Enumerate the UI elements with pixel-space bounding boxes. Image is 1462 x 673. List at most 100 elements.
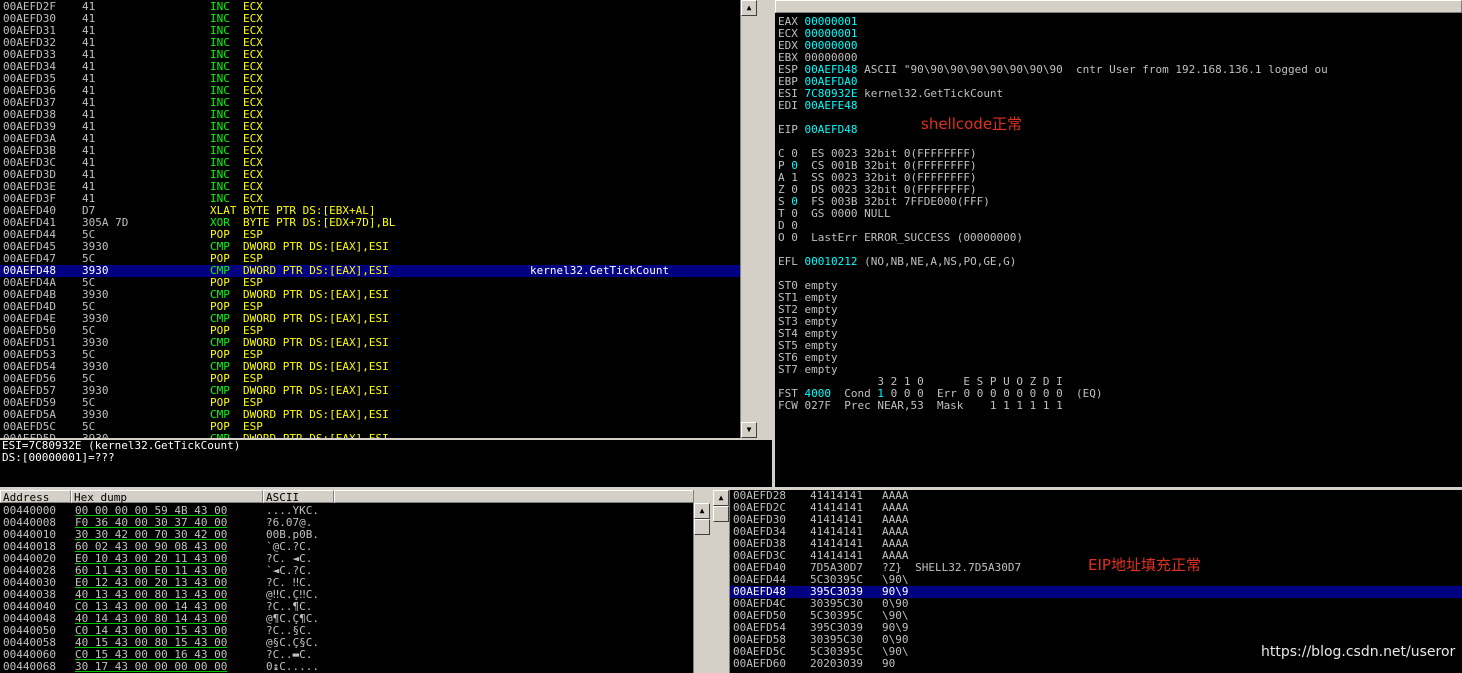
annotation-shellcode: shellcode正常 <box>921 115 1023 133</box>
register-line: ST5 empty <box>778 340 1462 352</box>
disasm-row[interactable]: 00AEFD38 41 INC ECX <box>0 109 741 121</box>
disasm-row[interactable]: 00AEFD45 3930 CMP DWORD PTR DS:[EAX],ESI <box>0 241 741 253</box>
disassembly-pane[interactable]: 00AEFD2F 41 INC ECX 00AEFD30 41 INC ECX 00AEFD31… <box>0 0 757 438</box>
disasm-row[interactable]: 00AEFD3A 41 INC ECX <box>0 133 741 145</box>
disasm-row[interactable]: 00AEFD3E 41 INC ECX <box>0 181 741 193</box>
disasm-row[interactable]: 00AEFD35 41 INC ECX <box>0 73 741 85</box>
register-segment: FCW 027F Prec NEAR,53 Mask 1 1 1 1 1 1 <box>778 399 1063 412</box>
register-lines: EAX 00000001 ECX 00000001 EDX 00000000 EBX … <box>778 16 1462 412</box>
watermark: https://blog.csdn.net/useror <box>1261 644 1456 660</box>
register-line: O 0 LastErr ERROR_SUCCESS (00000000) <box>778 232 1462 244</box>
dump-header-ascii[interactable]: ASCII <box>263 490 334 504</box>
register-line: EFL 00010212 (NO,NB,NE,A,NS,PO,GE,G) <box>778 256 1462 268</box>
stack-value: 20203039 <box>810 657 863 670</box>
disasm-operand: DWORD PTR DS:[EAX],ESI <box>243 288 389 301</box>
stack-pane[interactable]: ▲ 00AEFD28 41414141 AAAA 00AEFD2C 41414141 AA… <box>713 490 1462 673</box>
register-line: ST2 empty <box>778 304 1462 316</box>
register-line: EDX 00000000 <box>778 40 1462 52</box>
disasm-row[interactable]: 00AEFD57 3930 CMP DWORD PTR DS:[EAX],ESI <box>0 385 741 397</box>
disassembly-scrollbar[interactable]: ▲ ▼ <box>740 0 757 438</box>
disasm-row[interactable]: 00AEFD54 3930 CMP DWORD PTR DS:[EAX],ESI <box>0 361 741 373</box>
disassembly-rows: 00AEFD2F 41 INC ECX 00AEFD30 41 INC ECX 00AEFD31… <box>0 1 741 438</box>
register-line: ST4 empty <box>778 328 1462 340</box>
dump-row[interactable]: 00440068 30 17 43 00 00 00 00 00 0↨C..... <box>0 661 694 673</box>
disasm-row[interactable]: 00AEFD31 41 INC ECX <box>0 25 741 37</box>
disasm-row[interactable]: 00AEFD3D 41 INC ECX <box>0 169 741 181</box>
dump-pane[interactable]: Address Hex dump ASCII 00440000 00 00 00 … <box>0 490 710 673</box>
stack-address: 00AEFD60 <box>733 657 786 670</box>
dump-address: 00440068 <box>3 660 56 673</box>
disasm-row[interactable]: 00AEFD41 305A 7D XOR BYTE PTR DS:[EDX+7D],B… <box>0 217 741 229</box>
register-segment: O 0 LastErr ERROR_SUCCESS (00000000) <box>778 231 1024 244</box>
disasm-operand: DWORD PTR DS:[EAX],ESI <box>243 384 389 397</box>
disasm-operand: DWORD PTR DS:[EAX],ESI <box>243 336 389 349</box>
disasm-row[interactable]: 00AEFD3B 41 INC ECX <box>0 145 741 157</box>
splitter-horizontal[interactable] <box>0 487 1462 490</box>
dump-ascii: 0↨C..... <box>266 660 319 673</box>
splitter-vertical[interactable] <box>772 0 775 487</box>
dump-hex: 30 17 43 00 00 00 00 00 <box>75 660 228 673</box>
disasm-row[interactable]: 00AEFD51 3930 CMP DWORD PTR DS:[EAX],ESI <box>0 337 741 349</box>
disasm-row[interactable]: 00AEFD3C 41 INC ECX <box>0 157 741 169</box>
stack-rows: 00AEFD28 41414141 AAAA 00AEFD2C 41414141 AAAA… <box>713 490 1462 670</box>
disasm-operand: DWORD PTR DS:[EAX],ESI <box>243 264 389 277</box>
dump-header-hex[interactable]: Hex dump <box>71 490 263 504</box>
register-segment[interactable]: 00010212 <box>805 255 858 268</box>
disasm-operand: DWORD PTR DS:[EAX],ESI <box>243 360 389 373</box>
disasm-row[interactable]: 00AEFD36 41 INC ECX <box>0 85 741 97</box>
scroll-up-arrow-icon[interactable]: ▲ <box>741 0 757 16</box>
register-line: EIP 00AEFD48 <box>778 124 1462 136</box>
info-line-ds: DS:[00000001]=??? <box>2 451 115 464</box>
disasm-row[interactable]: 00AEFD37 41 INC ECX <box>0 97 741 109</box>
disasm-operand: DWORD PTR DS:[EAX],ESI <box>243 240 389 253</box>
scroll-up-arrow-icon[interactable]: ▲ <box>694 503 710 519</box>
register-segment: EDI <box>778 99 805 112</box>
register-line: ST1 empty <box>778 292 1462 304</box>
registers-pane[interactable]: Registers (FPU) < < < < < < < < < EAX 00… <box>775 0 1462 487</box>
register-segment: (NO,NB,NE,A,NS,PO,GE,G) <box>857 255 1017 268</box>
register-segment: kernel32.GetTickCount <box>857 87 1004 100</box>
dump-header-filler <box>334 490 694 503</box>
disasm-address: 00AEFD5D <box>3 433 56 439</box>
disasm-mnemonic: CMP <box>210 433 230 439</box>
scroll-down-arrow-icon[interactable]: ▼ <box>741 422 757 438</box>
disasm-row[interactable]: 00AEFD32 41 INC ECX <box>0 37 741 49</box>
register-line: FCW 027F Prec NEAR,53 Mask 1 1 1 1 1 1 <box>778 400 1462 412</box>
register-segment[interactable]: 00AEFE48 <box>805 99 858 112</box>
register-line: EAX 00000001 <box>778 16 1462 28</box>
register-line: ST6 empty <box>778 352 1462 364</box>
disasm-row[interactable]: 00AEFD5A 3930 CMP DWORD PTR DS:[EAX],ESI <box>0 409 741 421</box>
register-segment[interactable]: 00AEFD48 <box>805 123 858 136</box>
disasm-hex: 3930 <box>82 433 109 439</box>
disasm-row[interactable]: 00AEFD39 41 INC ECX <box>0 121 741 133</box>
disasm-row[interactable]: 00AEFD33 41 INC ECX <box>0 49 741 61</box>
dump-scroll-thumb[interactable] <box>694 519 710 535</box>
disasm-row[interactable]: 00AEFD2F 41 INC ECX <box>0 1 741 13</box>
disasm-operand: BYTE PTR DS:[EDX+7D],BL <box>243 216 396 229</box>
disasm-row[interactable]: 00AEFD30 41 INC ECX <box>0 13 741 25</box>
register-segment: ASCII "90\90\90\90\90\90\90\90 cntr User… <box>857 63 1328 76</box>
info-line-esi: ESI=7C80932E (kernel32.GetTickCount) <box>2 440 241 452</box>
register-line <box>778 112 1462 124</box>
register-line: ESI 7C80932E kernel32.GetTickCount <box>778 88 1462 100</box>
dump-scrollbar[interactable]: ▲ <box>693 490 710 673</box>
register-line: EDI 00AEFE48 <box>778 100 1462 112</box>
register-segment: EFL <box>778 255 805 268</box>
registers-header[interactable]: Registers (FPU) < < < < < < < < < <box>775 0 1462 40</box>
disasm-operand: DWORD PTR DS:[EAX],ESI <box>243 408 389 421</box>
stack-ascii: 90 <box>882 657 896 670</box>
info-pane: ESI=7C80932E (kernel32.GetTickCount) DS:… <box>0 440 772 487</box>
disasm-comment: kernel32.GetTickCount <box>530 264 670 277</box>
disasm-row[interactable]: 00AEFD48 3930 CMP DWORD PTR DS:[EAX],ESI ker… <box>0 265 741 277</box>
register-line <box>778 268 1462 280</box>
register-line: ST0 empty <box>778 280 1462 292</box>
register-line: ST3 empty <box>778 316 1462 328</box>
disasm-row[interactable]: 00AEFD4B 3930 CMP DWORD PTR DS:[EAX],ESI <box>0 289 741 301</box>
dump-header-address[interactable]: Address <box>0 490 71 504</box>
disasm-row[interactable]: 00AEFD34 41 INC ECX <box>0 61 741 73</box>
register-line: T 0 GS 0000 NULL <box>778 208 1462 220</box>
disasm-row[interactable]: 00AEFD4E 3930 CMP DWORD PTR DS:[EAX],ESI <box>0 313 741 325</box>
disasm-operand: DWORD PTR DS:[EAX],ESI <box>243 312 389 325</box>
register-line: ESP 00AEFD48 ASCII "90\90\90\90\90\90\90… <box>778 64 1462 76</box>
disasm-row[interactable]: 00AEFD5D 3930 CMP DWORD PTR DS:[EAX],ESI <box>0 433 741 439</box>
